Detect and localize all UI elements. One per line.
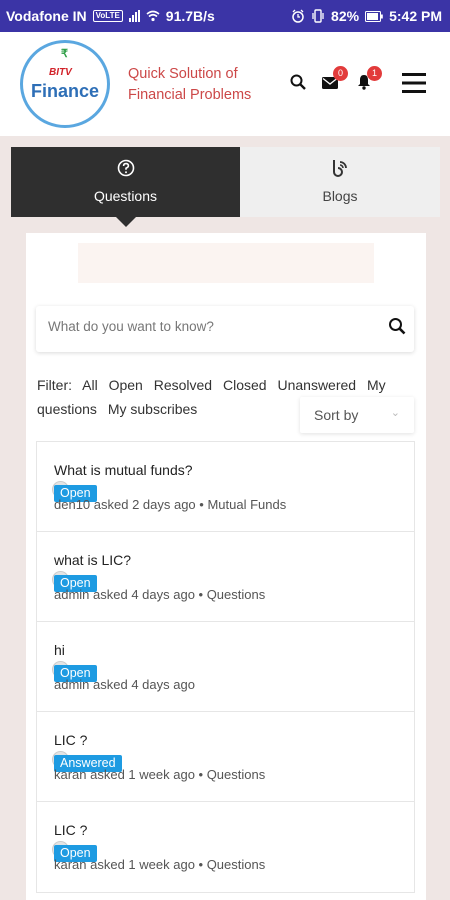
clock: 5:42 PM (389, 8, 442, 24)
mail-button[interactable]: 0 (322, 66, 348, 90)
question-title[interactable]: what is LIC? (54, 552, 131, 568)
app-logo[interactable]: ₹ BITV Finance (20, 40, 110, 128)
search-input[interactable] (48, 319, 368, 334)
list-item[interactable]: What is mutual funds? Open den10 asked 2… (37, 442, 414, 532)
tagline: Quick Solution of Financial Problems (128, 64, 251, 106)
alarm-icon (292, 9, 304, 23)
sort-label: Sort by (314, 407, 359, 423)
tab-questions[interactable]: Questions (11, 147, 240, 217)
filter-my-subscribes[interactable]: My subscribes (108, 401, 197, 417)
question-title[interactable]: LIC ? (54, 732, 87, 748)
filter-label: Filter: (37, 377, 72, 393)
search-bar (36, 306, 414, 352)
mail-count-badge: 0 (333, 66, 348, 81)
question-title[interactable]: What is mutual funds? (54, 462, 193, 478)
hamburger-menu-icon[interactable] (402, 72, 426, 94)
filter-all[interactable]: All (82, 377, 98, 393)
blog-icon (240, 159, 440, 184)
sort-dropdown[interactable]: Sort by ⌄ (300, 397, 414, 433)
tab-blogs-label: Blogs (322, 188, 358, 204)
list-item[interactable]: LIC ? Open karan asked 1 week ago • Ques… (37, 802, 414, 892)
question-title[interactable]: hi (54, 642, 65, 658)
active-tab-indicator (116, 217, 136, 227)
question-list: What is mutual funds? Open den10 asked 2… (36, 441, 415, 893)
battery-percent: 82% (331, 8, 360, 24)
question-meta: karan asked 1 week ago • Questions (54, 767, 266, 782)
app-header: ₹ BITV Finance Quick Solution of Financi… (0, 32, 450, 136)
rupee-icon: ₹ (61, 48, 68, 60)
wifi-icon (146, 10, 160, 22)
question-meta: karan asked 1 week ago • Questions (54, 857, 266, 872)
question-meta: admin asked 4 days ago (54, 677, 195, 692)
question-circle-icon (11, 159, 240, 182)
search-icon[interactable] (290, 74, 306, 90)
logo-brand-top: BITV (49, 67, 72, 78)
network-speed: 91.7B/s (165, 8, 215, 24)
placeholder-banner (78, 243, 374, 283)
question-title[interactable]: LIC ? (54, 822, 87, 838)
battery-icon (365, 10, 383, 22)
tagline-line-1: Quick Solution of (128, 66, 238, 82)
list-item[interactable]: what is LIC? Open admin asked 4 days ago… (37, 532, 414, 622)
filter-open[interactable]: Open (109, 377, 143, 393)
notification-button[interactable]: 1 (357, 66, 382, 90)
status-bar: Vodafone IN VoLTE 91.7B/s 82% 5:42 PM (0, 0, 450, 32)
tab-questions-label: Questions (93, 188, 158, 204)
carrier-name: Vodafone IN (6, 8, 87, 24)
filter-resolved[interactable]: Resolved (154, 377, 212, 393)
filter-closed[interactable]: Closed (223, 377, 267, 393)
list-item[interactable]: LIC ? Answered karan asked 1 week ago • … (37, 712, 414, 802)
question-meta: admin asked 4 days ago • Questions (54, 587, 266, 602)
tagline-line-2: Financial Problems (128, 87, 252, 103)
vibrate-icon (312, 9, 324, 23)
volte-badge: VoLTE (92, 10, 123, 22)
list-item[interactable]: hi Open admin asked 4 days ago (37, 622, 414, 712)
chevron-down-icon: ⌄ (390, 407, 400, 419)
notification-count-badge: 1 (367, 66, 382, 81)
questions-panel: Filter: All Open Resolved Closed Unanswe… (26, 233, 426, 900)
question-meta: den10 asked 2 days ago • Mutual Funds (54, 497, 287, 512)
search-icon[interactable] (388, 317, 406, 335)
filter-unanswered[interactable]: Unanswered (277, 377, 356, 393)
logo-brand-main: Finance (31, 81, 100, 101)
signal-icon (128, 10, 140, 22)
tab-blogs[interactable]: Blogs (240, 147, 440, 217)
